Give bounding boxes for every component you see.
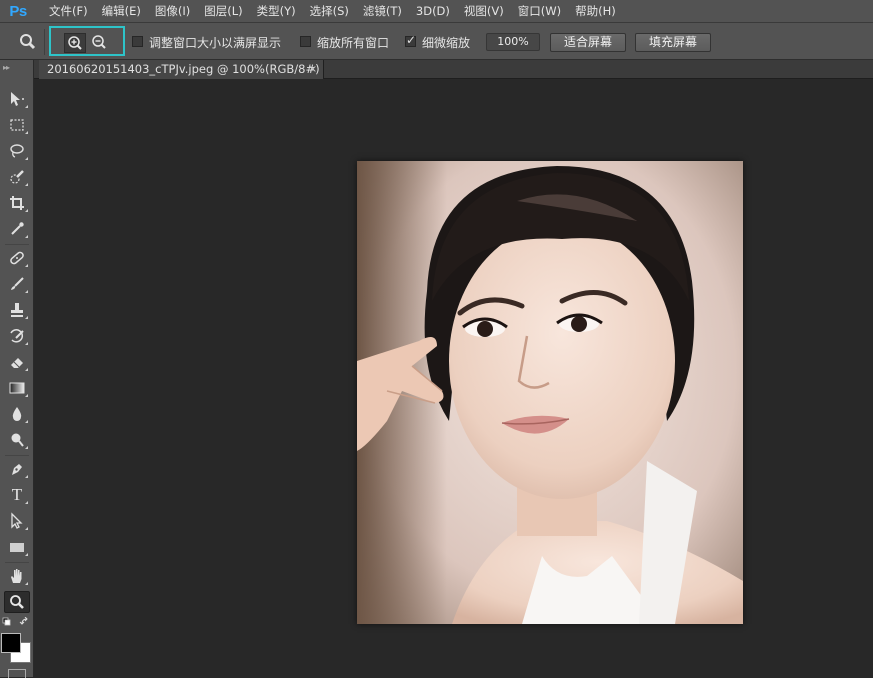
menu-select[interactable]: 选择(S) (303, 0, 356, 22)
toolbar-separator (5, 562, 29, 563)
healing-brush-tool-icon[interactable] (4, 247, 30, 269)
portrait-photo[interactable] (357, 161, 743, 624)
panel-grip[interactable]: ▸▸ (3, 63, 10, 72)
portrait-image (357, 161, 743, 624)
path-selection-tool-icon[interactable] (4, 510, 30, 532)
eyedropper-tool-icon[interactable] (4, 218, 30, 240)
foreground-color-swatch[interactable] (1, 633, 21, 653)
document-tab-title: 20160620151403_cTPJv.jpeg @ 100%(RGB/8#) (47, 62, 320, 76)
crop-tool-icon[interactable] (4, 192, 30, 214)
zoom-in-button[interactable] (64, 33, 86, 53)
fit-screen-button[interactable]: 适合屏幕 (550, 33, 626, 52)
resize-windows-label: 调整窗口大小以满屏显示 (149, 36, 282, 50)
menu-type[interactable]: 类型(Y) (250, 0, 303, 22)
document-tab[interactable]: 20160620151403_cTPJv.jpeg @ 100%(RGB/8#)… (39, 60, 324, 79)
toolbar-separator (5, 244, 29, 245)
move-tool-icon[interactable] (4, 88, 30, 110)
zoom-all-windows-label: 缩放所有窗口 (317, 36, 390, 50)
menu-file[interactable]: 文件(F) (42, 0, 95, 22)
default-colors-icon[interactable] (2, 617, 11, 626)
type-tool-glyph: T (11, 485, 23, 504)
document-tab-bar: 20160620151403_cTPJv.jpeg @ 100%(RGB/8#)… (34, 60, 873, 79)
resize-windows-checkbox[interactable] (132, 36, 143, 47)
close-tab-icon[interactable]: × (309, 60, 317, 79)
menu-help[interactable]: 帮助(H) (568, 0, 623, 22)
canvas-area[interactable] (34, 79, 873, 677)
menu-edit[interactable]: 编辑(E) (95, 0, 148, 22)
dodge-tool-icon[interactable] (4, 429, 30, 451)
hand-tool-icon[interactable] (4, 565, 30, 587)
swap-colors-icon[interactable] (19, 616, 28, 625)
menu-bar: Ps 文件(F) 编辑(E) 图像(I) 图层(L) 类型(Y) 选择(S) 滤… (0, 0, 873, 22)
gradient-tool-icon[interactable] (4, 377, 30, 399)
zoom-tool-preset-icon[interactable] (18, 32, 38, 52)
toolbar-separator (5, 455, 29, 456)
menu-filter[interactable]: 滤镜(T) (356, 0, 409, 22)
scrubby-zoom-checkbox[interactable] (405, 33, 416, 47)
zoom-in-icon (68, 36, 82, 50)
zoom-out-button[interactable] (89, 33, 111, 53)
menu-layer[interactable]: 图层(L) (197, 0, 249, 22)
history-brush-tool-icon[interactable] (4, 325, 30, 347)
scrubby-zoom-label: 细微缩放 (422, 36, 471, 50)
menu-view[interactable]: 视图(V) (457, 0, 511, 22)
clone-stamp-tool-icon[interactable] (4, 299, 30, 321)
blur-tool-icon[interactable] (4, 403, 30, 425)
menu-image[interactable]: 图像(I) (148, 0, 197, 22)
rectangle-tool-icon[interactable] (4, 536, 30, 558)
options-separator (44, 29, 45, 55)
zoom-mode-group (49, 26, 125, 56)
marquee-tool-icon[interactable] (4, 114, 30, 136)
zoom-out-icon (92, 35, 106, 49)
zoom-tool-icon[interactable] (4, 591, 30, 613)
quick-select-tool-icon[interactable] (4, 166, 30, 188)
pen-tool-icon[interactable] (4, 458, 30, 480)
menu-window[interactable]: 窗口(W) (511, 0, 568, 22)
lasso-tool-icon[interactable] (4, 140, 30, 162)
menu-3d[interactable]: 3D(D) (409, 0, 457, 22)
photoshop-logo: Ps (9, 2, 27, 20)
eraser-tool-icon[interactable] (4, 351, 30, 373)
type-tool-icon[interactable]: T (4, 484, 30, 506)
options-bar: 调整窗口大小以满屏显示 缩放所有窗口 细微缩放 100% 适合屏幕 填充屏幕 (0, 22, 873, 60)
zoom-percent-button[interactable]: 100% (486, 33, 540, 51)
tools-panel: ▸▸ T (0, 60, 34, 678)
brush-tool-icon[interactable] (4, 273, 30, 295)
fill-screen-button[interactable]: 填充屏幕 (635, 33, 711, 52)
swatch-controls (2, 616, 32, 629)
zoom-all-windows-checkbox[interactable] (300, 36, 311, 47)
